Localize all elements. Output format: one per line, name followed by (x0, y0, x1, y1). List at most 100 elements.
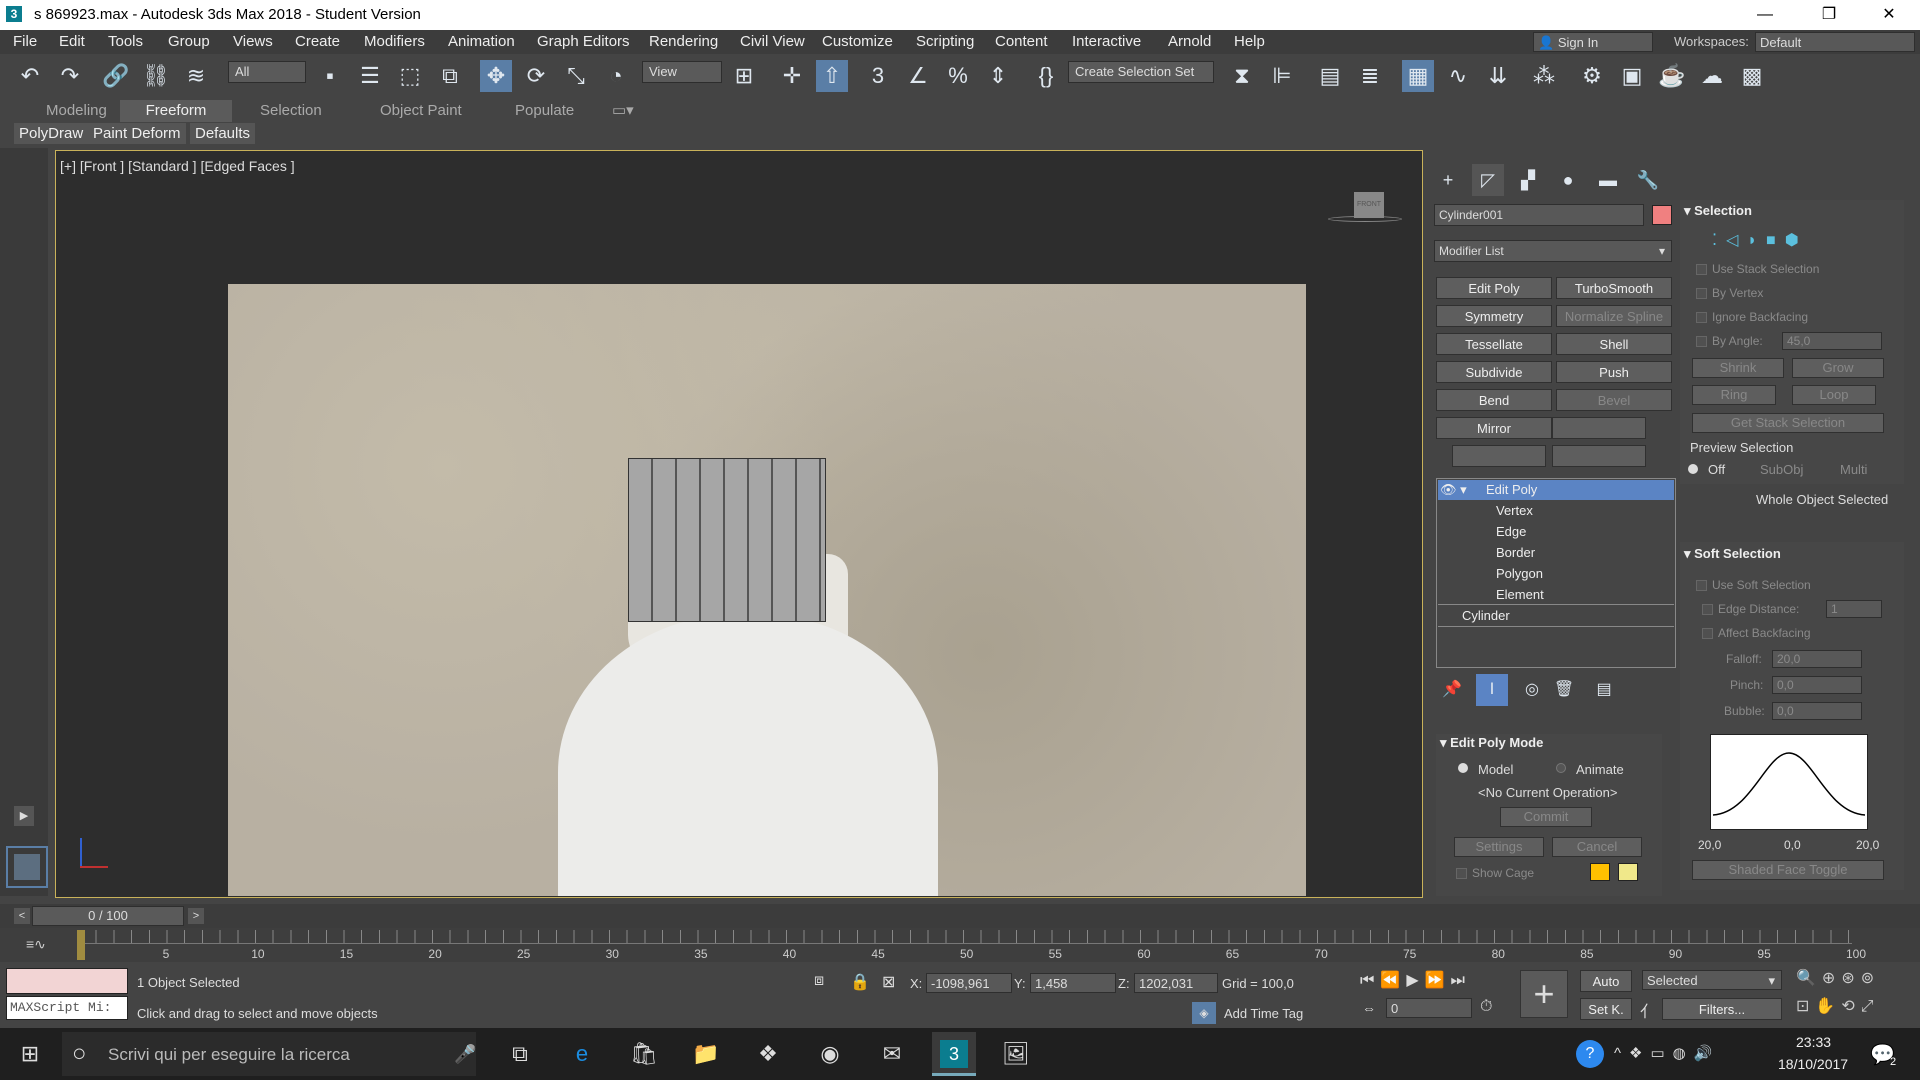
push-button[interactable]: Push (1556, 361, 1672, 383)
spinner-snap-icon[interactable]: ⇕ (982, 60, 1014, 92)
empty-modifier-button[interactable] (1552, 445, 1646, 467)
cancel-button[interactable]: Cancel (1552, 837, 1642, 857)
render-cloud-icon[interactable]: ☁ (1696, 60, 1728, 92)
viewport-nav-icons-row2[interactable]: ⊡✋⟲⤢ (1796, 996, 1880, 1016)
shrink-button[interactable]: Shrink (1692, 358, 1784, 378)
store-icon[interactable]: 🛍 (622, 1032, 666, 1076)
playback-controls-icon[interactable]: ⏮⏪▶⏩⏭ (1360, 970, 1471, 990)
clock-date[interactable]: 18/10/2017 (1778, 1056, 1848, 1072)
menu-tools[interactable]: Tools (108, 30, 143, 54)
show-end-result-icon[interactable]: Ⅰ (1476, 674, 1508, 706)
x-coordinate-field[interactable]: -1098,961 (926, 973, 1012, 993)
reference-coord-dropdown[interactable]: View (642, 61, 722, 83)
soft-selection-title[interactable]: ▾ Soft Selection (1684, 546, 1781, 562)
by-angle-checkbox[interactable] (1696, 336, 1707, 347)
viewport-label[interactable]: [+] [Front ] [Standard ] [Edged Faces ] (60, 158, 295, 174)
bind-space-warp-icon[interactable]: ≋ (180, 60, 212, 92)
set-key-big-button[interactable]: + (1520, 970, 1568, 1018)
loop-button[interactable]: Loop (1792, 385, 1876, 405)
task-view-icon[interactable]: ⧉ (498, 1032, 542, 1076)
turbosmooth-button[interactable]: TurboSmooth (1556, 277, 1672, 299)
create-tab-icon[interactable]: + (1432, 164, 1464, 196)
commit-button[interactable]: Commit (1500, 807, 1592, 827)
select-object-icon[interactable]: ▪ (314, 60, 346, 92)
stack-item-polygon[interactable]: Polygon (1496, 564, 1543, 584)
pivot-icon[interactable]: ⊞ (728, 60, 760, 92)
show-cage-checkbox[interactable] (1456, 868, 1467, 879)
tab-freeform[interactable]: Freeform (120, 100, 232, 122)
selection-title[interactable]: ▾ Selection (1684, 203, 1752, 219)
place-icon[interactable]: ◔ (600, 60, 632, 92)
modifier-list-dropdown[interactable]: Modifier List ▾ (1434, 240, 1672, 262)
prev-frame-icon[interactable]: < (14, 908, 30, 924)
menu-arnold[interactable]: Arnold (1168, 30, 1211, 54)
expand-arrow-icon[interactable]: ▶ (14, 806, 34, 826)
app-icon[interactable]: 3 (6, 6, 22, 22)
key-selection-dropdown[interactable]: Selected ▾ (1642, 970, 1782, 990)
render-setup-icon[interactable]: ⚙ (1576, 60, 1608, 92)
modify-tab-icon[interactable]: ◸ (1472, 164, 1504, 196)
select-manipulate-icon[interactable]: ✛ (776, 60, 808, 92)
stack-item-edge[interactable]: Edge (1496, 522, 1526, 542)
viewcube[interactable]: FRONT (1328, 192, 1402, 228)
edit-poly-mode-title[interactable]: ▾ Edit Poly Mode (1440, 735, 1543, 751)
ribbon-options-icon[interactable]: ▭▾ (612, 100, 634, 122)
model-radio[interactable] (1458, 763, 1468, 773)
menu-help[interactable]: Help (1234, 30, 1265, 54)
link-icon[interactable]: 🔗 (100, 60, 132, 92)
z-coordinate-field[interactable]: 1202,031 (1134, 973, 1218, 993)
menu-create[interactable]: Create (295, 30, 340, 54)
photos-icon[interactable]: 🖼 (994, 1032, 1038, 1076)
normalize-spline-button[interactable]: Normalize Spline (1556, 305, 1672, 327)
time-cursor[interactable] (77, 930, 85, 960)
edge-distance-checkbox[interactable] (1702, 604, 1713, 615)
layer-explorer-icon[interactable]: ≣ (1354, 60, 1386, 92)
empty-modifier-button[interactable] (1552, 417, 1646, 439)
utilities-tab-icon[interactable]: 🔧 (1632, 164, 1664, 196)
menu-civil-view[interactable]: Civil View (740, 30, 805, 54)
stack-item-cylinder[interactable]: Cylinder (1462, 606, 1510, 626)
y-coordinate-field[interactable]: 1,458 (1030, 973, 1116, 993)
ring-button[interactable]: Ring (1692, 385, 1776, 405)
schematic-view-icon[interactable]: ⇊ (1482, 60, 1514, 92)
microphone-icon[interactable]: 🎤 (454, 1044, 476, 1065)
undo-icon[interactable]: ↶ (14, 60, 46, 92)
material-editor-icon[interactable]: ⁂ (1528, 60, 1560, 92)
system-tray-icons[interactable]: ^❖▭◍🔊 (1614, 1044, 1720, 1062)
use-stack-checkbox[interactable] (1696, 264, 1707, 275)
bevel-button[interactable]: Bevel (1556, 389, 1672, 411)
menu-customize[interactable]: Customize (822, 30, 893, 54)
align-icon[interactable]: ⊫ (1266, 60, 1298, 92)
stack-item-border[interactable]: Border (1496, 543, 1535, 563)
cage-selected-color-swatch[interactable] (1618, 863, 1638, 881)
preview-off-radio[interactable] (1688, 464, 1698, 474)
move-icon[interactable]: ✥ (480, 60, 512, 92)
tab-object-paint[interactable]: Object Paint (380, 100, 462, 122)
stack-item-edit-poly[interactable]: Edit Poly (1486, 480, 1537, 500)
dropbox-icon[interactable]: ❖ (746, 1032, 790, 1076)
hierarchy-tab-icon[interactable]: ▞ (1512, 164, 1544, 196)
key-mode-icon[interactable]: ⇔ (1362, 1000, 1376, 1016)
lock-selection-icon[interactable]: 🔒 (850, 972, 870, 992)
menu-rendering[interactable]: Rendering (649, 30, 718, 54)
menu-scripting[interactable]: Scripting (916, 30, 974, 54)
3dsmax-taskbar-icon[interactable]: 3 (932, 1032, 976, 1076)
isolate-selection-icon[interactable]: ⧈ (814, 972, 824, 990)
mirror-icon[interactable]: ⧗ (1226, 60, 1258, 92)
animate-radio[interactable] (1556, 763, 1566, 773)
file-explorer-icon[interactable]: 📁 (684, 1032, 728, 1076)
display-tab-icon[interactable]: ▬ (1592, 164, 1624, 196)
time-config-icon[interactable]: ⏱ (1480, 998, 1492, 1016)
scale-icon[interactable]: ⤡ (560, 60, 592, 92)
rotate-icon[interactable]: ⟳ (520, 60, 552, 92)
set-key-button[interactable]: Set K. (1580, 998, 1632, 1020)
paint-deform-button[interactable]: Paint Deform (88, 123, 186, 144)
close-button[interactable]: ✕ (1866, 0, 1912, 30)
shaded-face-toggle-button[interactable]: Shaded Face Toggle (1692, 860, 1884, 880)
absolute-mode-icon[interactable]: ⊠ (882, 972, 895, 992)
viewport-layout-icon[interactable] (6, 846, 48, 888)
bubble-spinner[interactable]: 0,0 (1772, 702, 1862, 720)
angle-snap-icon[interactable]: ∠ (902, 60, 934, 92)
use-soft-selection-checkbox[interactable] (1696, 580, 1707, 591)
edit-named-sets-icon[interactable]: {} (1030, 60, 1062, 92)
